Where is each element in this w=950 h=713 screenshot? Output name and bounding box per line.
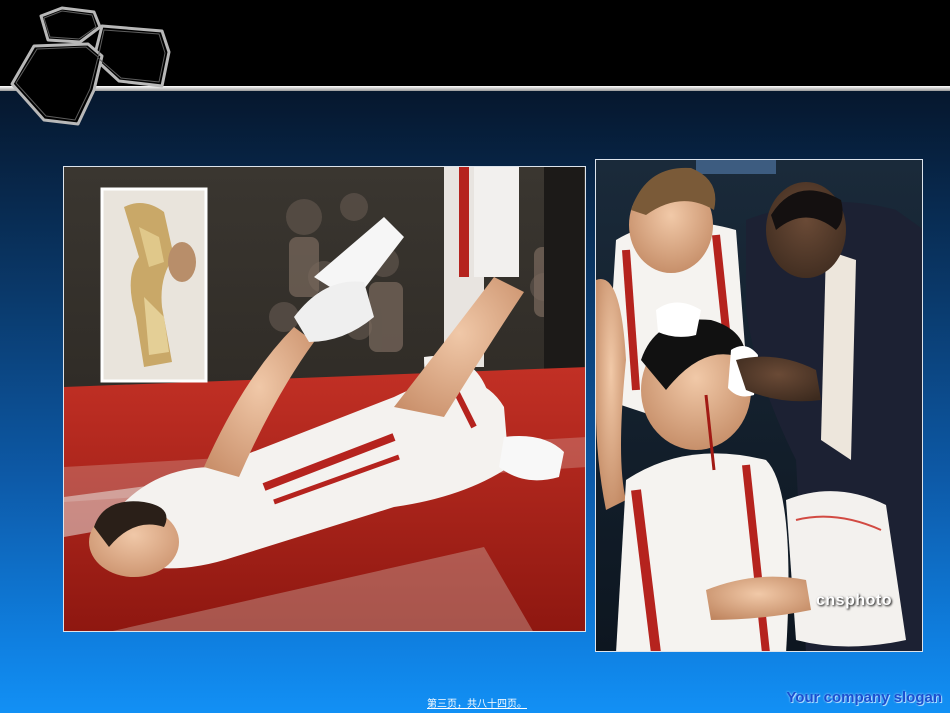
facial-injury-photo: cnsphoto: [595, 159, 923, 652]
hexagon-logo-icon: [10, 6, 171, 126]
company-slogan: Your company slogan: [786, 689, 942, 706]
watermark-text: cnsphoto: [816, 592, 892, 609]
page-indicator[interactable]: 第三页，共八十四页。: [427, 695, 527, 710]
injured-player-photo: [63, 166, 586, 632]
